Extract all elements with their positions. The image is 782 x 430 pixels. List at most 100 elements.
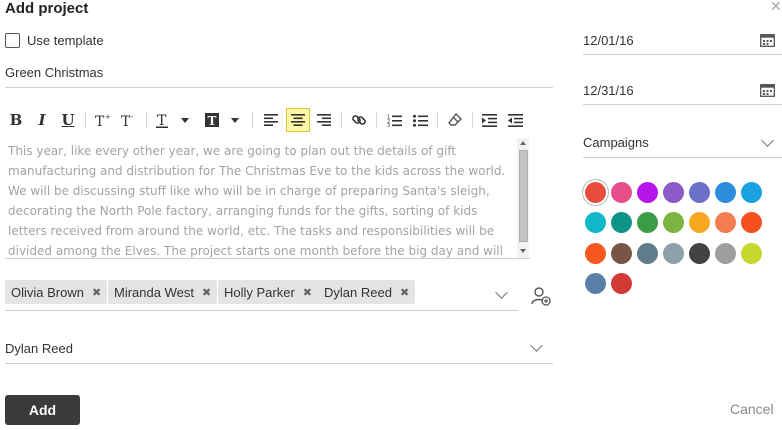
svg-text:+: + bbox=[105, 113, 111, 121]
color-swatch[interactable] bbox=[585, 243, 606, 264]
outdent-button[interactable] bbox=[504, 108, 526, 132]
subscript-button[interactable]: T- bbox=[117, 108, 141, 132]
color-swatch[interactable] bbox=[611, 273, 632, 294]
color-swatch[interactable] bbox=[637, 212, 658, 233]
color-swatch[interactable] bbox=[715, 212, 736, 233]
indent-button[interactable] bbox=[478, 108, 500, 132]
eraser-icon bbox=[448, 112, 462, 126]
svg-text:T: T bbox=[208, 114, 217, 128]
svg-text:T: T bbox=[95, 114, 105, 129]
color-swatch[interactable] bbox=[637, 243, 658, 264]
align-center-button[interactable] bbox=[286, 108, 310, 132]
align-center-icon bbox=[291, 114, 305, 126]
color-swatch[interactable] bbox=[741, 243, 762, 264]
link-icon bbox=[352, 115, 366, 125]
color-swatch[interactable] bbox=[585, 182, 606, 203]
scroll-up-icon[interactable] bbox=[520, 141, 526, 145]
superscript-icon: T + bbox=[95, 113, 111, 129]
color-swatch[interactable] bbox=[689, 182, 710, 203]
color-swatch[interactable] bbox=[637, 182, 658, 203]
remove-member-icon[interactable]: ✖ bbox=[92, 286, 101, 299]
align-right-icon bbox=[317, 114, 331, 126]
color-swatch[interactable] bbox=[663, 182, 684, 203]
chevron-down-icon[interactable] bbox=[530, 339, 543, 352]
indent-icon bbox=[481, 113, 497, 127]
editor-toolbar: B I U T + T- T T 123 bbox=[5, 108, 530, 132]
underline-icon: U bbox=[61, 111, 75, 129]
member-tag: Miranda West ✖ bbox=[108, 280, 218, 304]
description-editor[interactable]: This year, like every other year, we are… bbox=[5, 138, 530, 259]
add-button[interactable]: Add bbox=[5, 395, 80, 425]
color-swatch[interactable] bbox=[585, 212, 606, 233]
members-select[interactable]: Olivia Brown ✖ Miranda West ✖ Holly Park… bbox=[5, 280, 518, 311]
subscript-icon: T- bbox=[121, 113, 134, 129]
start-date-value: 12/01/16 bbox=[583, 33, 634, 48]
chevron-down-icon[interactable] bbox=[495, 286, 508, 299]
dialog-title: Add project bbox=[5, 0, 89, 17]
color-swatch[interactable] bbox=[611, 182, 632, 203]
member-tag: Dylan Reed ✖ bbox=[318, 280, 416, 304]
bulleted-list-button[interactable] bbox=[409, 108, 431, 132]
member-name: Olivia Brown bbox=[11, 284, 84, 300]
calendar-icon[interactable] bbox=[760, 33, 775, 47]
font-color-dropdown[interactable]: T bbox=[201, 108, 245, 132]
bold-button[interactable]: B bbox=[5, 108, 27, 132]
align-left-button[interactable] bbox=[260, 108, 282, 132]
description-text: This year, like every other year, we are… bbox=[8, 144, 506, 258]
chevron-down-icon[interactable] bbox=[761, 134, 774, 147]
owner-select[interactable]: Dylan Reed bbox=[5, 336, 553, 364]
project-name-value: Green Christmas bbox=[5, 65, 104, 80]
color-swatch[interactable] bbox=[715, 243, 736, 264]
color-swatch[interactable] bbox=[585, 273, 606, 294]
svg-text:T: T bbox=[121, 114, 131, 129]
link-button[interactable] bbox=[348, 108, 370, 132]
scrollbar-thumb[interactable] bbox=[519, 150, 528, 242]
use-template-label: Use template bbox=[27, 33, 104, 48]
numbered-list-button[interactable]: 123 bbox=[383, 108, 405, 132]
member-name: Miranda West bbox=[114, 284, 194, 300]
remove-member-icon[interactable]: ✖ bbox=[202, 286, 211, 299]
align-right-button[interactable] bbox=[313, 108, 335, 132]
member-name: Dylan Reed bbox=[324, 284, 392, 300]
scroll-down-icon[interactable] bbox=[520, 249, 526, 253]
close-icon[interactable]: ✕ bbox=[770, 0, 782, 13]
outdent-icon bbox=[507, 113, 523, 127]
member-name: Holly Parker bbox=[224, 284, 295, 300]
start-date-input[interactable]: 12/01/16 bbox=[583, 30, 782, 55]
align-left-icon bbox=[264, 114, 278, 126]
remove-member-icon[interactable]: ✖ bbox=[400, 286, 409, 299]
bold-icon: B bbox=[9, 111, 23, 129]
clear-format-button[interactable] bbox=[444, 108, 466, 132]
remove-member-icon[interactable]: ✖ bbox=[303, 286, 312, 299]
color-swatch[interactable] bbox=[715, 182, 736, 203]
use-template-row[interactable]: Use template bbox=[5, 33, 104, 48]
svg-text:-: - bbox=[131, 113, 134, 121]
project-name-input[interactable]: Green Christmas bbox=[5, 60, 553, 88]
editor-scrollbar[interactable] bbox=[517, 138, 529, 258]
color-swatch[interactable] bbox=[611, 212, 632, 233]
member-tag: Olivia Brown ✖ bbox=[5, 280, 108, 304]
end-date-input[interactable]: 12/31/16 bbox=[583, 80, 782, 105]
owner-value: Dylan Reed bbox=[5, 341, 73, 356]
italic-icon: I bbox=[38, 111, 46, 129]
group-value: Campaigns bbox=[583, 135, 649, 150]
color-swatch[interactable] bbox=[689, 243, 710, 264]
cancel-button[interactable]: Cancel bbox=[730, 401, 774, 417]
end-date-value: 12/31/16 bbox=[583, 83, 634, 98]
calendar-icon[interactable] bbox=[760, 83, 775, 97]
color-swatch[interactable] bbox=[611, 243, 632, 264]
italic-button[interactable]: I bbox=[31, 108, 53, 132]
underline-button[interactable]: U bbox=[57, 108, 79, 132]
group-select[interactable]: Campaigns bbox=[583, 130, 782, 158]
font-color-icon: T bbox=[205, 113, 239, 128]
color-swatch[interactable] bbox=[663, 243, 684, 264]
add-user-icon[interactable] bbox=[531, 286, 551, 306]
color-swatch[interactable] bbox=[689, 212, 710, 233]
superscript-button[interactable]: T + bbox=[91, 108, 115, 132]
color-swatch[interactable] bbox=[741, 212, 762, 233]
font-size-dropdown[interactable]: T bbox=[153, 108, 195, 132]
member-tag: Holly Parker ✖ bbox=[218, 280, 319, 304]
use-template-checkbox[interactable] bbox=[5, 33, 20, 48]
color-swatch[interactable] bbox=[741, 182, 762, 203]
color-swatch[interactable] bbox=[663, 212, 684, 233]
